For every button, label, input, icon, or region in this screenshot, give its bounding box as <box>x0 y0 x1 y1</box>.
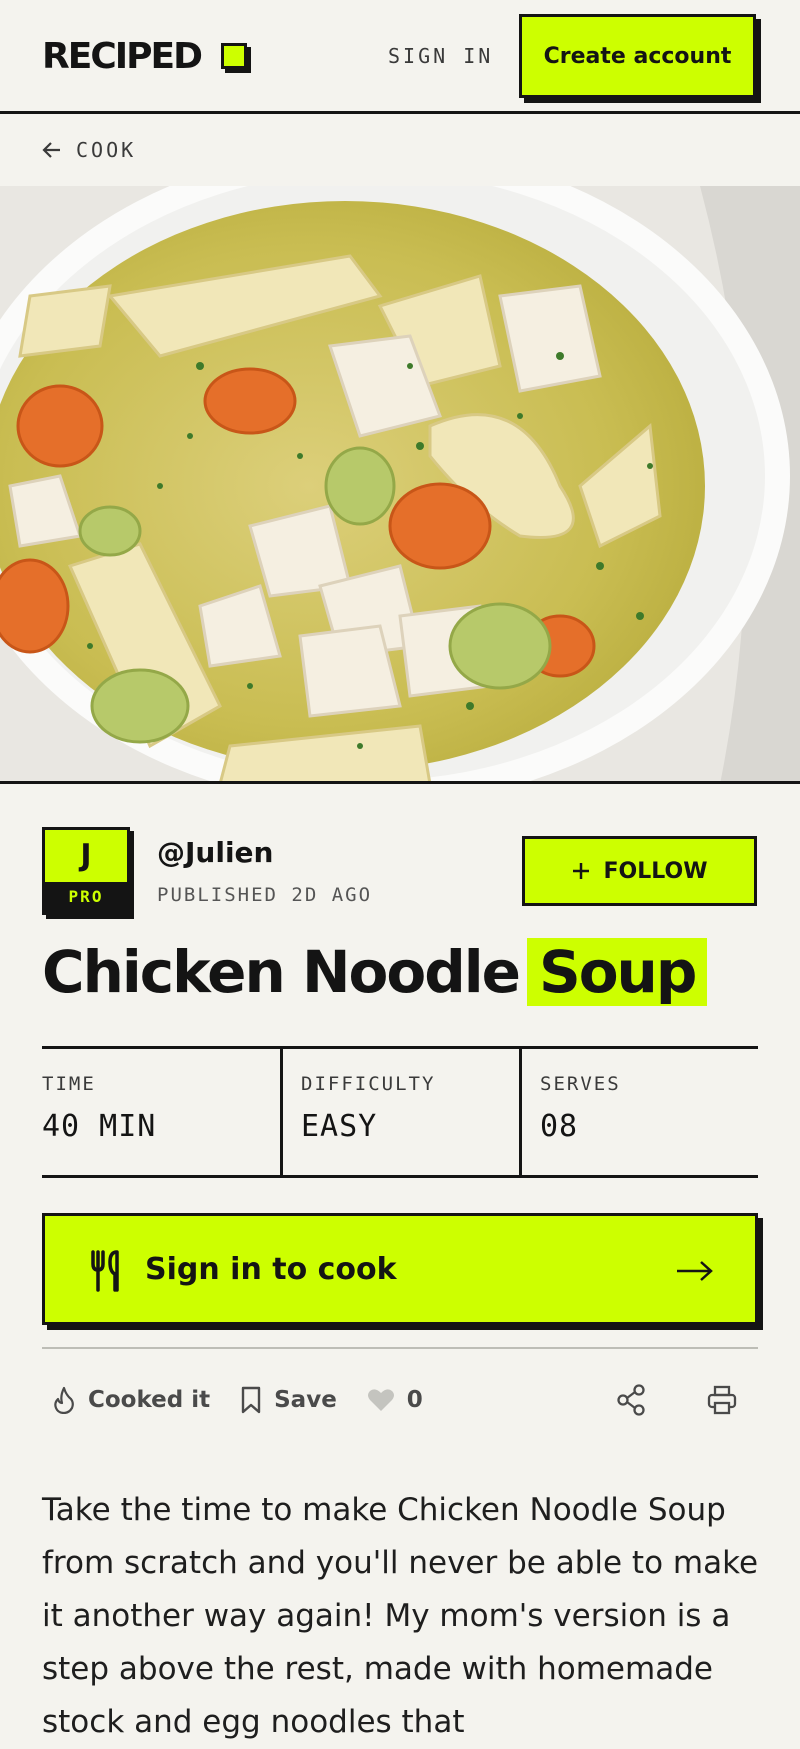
recipe-stats: TIME 40 MIN DIFFICULTY EASY SERVES 08 <box>42 1046 758 1178</box>
cooked-it-label: Cooked it <box>88 1387 211 1413</box>
save-label: Save <box>274 1387 337 1413</box>
logo[interactable]: RECIPED <box>42 36 203 77</box>
arrow-right-icon <box>677 1261 713 1281</box>
recipe-title: Chicken Noodle Soup <box>42 938 708 1006</box>
stat-serves: SERVES 08 <box>519 1049 758 1175</box>
heart-icon <box>367 1389 394 1411</box>
follow-button[interactable]: FOLLOW <box>522 836 757 906</box>
recipe-hero-image <box>0 186 800 784</box>
avatar[interactable]: J PRO <box>42 827 130 915</box>
arrow-left-icon <box>42 142 60 158</box>
create-account-button[interactable]: Create account <box>519 14 756 98</box>
stat-label: SERVES <box>540 1073 621 1095</box>
published-date: PUBLISHED 2D AGO <box>157 884 373 906</box>
pro-badge: PRO <box>45 882 127 912</box>
avatar-initial: J <box>80 838 92 873</box>
stat-time: TIME 40 MIN <box>42 1049 280 1175</box>
printer-icon <box>707 1385 737 1415</box>
stat-value: EASY <box>301 1109 378 1144</box>
divider <box>42 1347 758 1349</box>
save-button[interactable]: Save <box>240 1386 337 1414</box>
recipe-title-main: Chicken Noodle <box>42 938 521 1006</box>
cook-label: Sign in to cook <box>145 1252 397 1287</box>
top-bar: RECIPED SIGN IN Create account <box>0 0 800 114</box>
stat-difficulty: DIFFICULTY EASY <box>280 1049 519 1175</box>
follow-label: FOLLOW <box>603 858 708 884</box>
utensils-icon <box>91 1250 119 1292</box>
sign-in-link[interactable]: SIGN IN <box>388 44 493 68</box>
bookmark-icon <box>241 1386 261 1414</box>
cooked-it-button[interactable]: Cooked it <box>52 1386 210 1414</box>
stat-label: DIFFICULTY <box>301 1073 436 1095</box>
sign-in-to-cook-button[interactable]: Sign in to cook <box>42 1213 758 1325</box>
plus-icon <box>572 863 589 879</box>
share-button[interactable] <box>616 1384 646 1416</box>
stat-value: 40 MIN <box>42 1109 157 1144</box>
breadcrumb-label: COOK <box>76 138 137 162</box>
breadcrumb[interactable]: COOK <box>42 138 136 162</box>
author-handle[interactable]: @Julien <box>157 836 273 869</box>
flame-icon <box>54 1386 74 1414</box>
like-button[interactable]: 0 <box>367 1387 423 1413</box>
recipe-description: Take the time to make Chicken Noodle Sou… <box>42 1492 759 1740</box>
recipe-title-highlight: Soup <box>526 938 708 1006</box>
like-count: 0 <box>406 1387 423 1413</box>
print-button[interactable] <box>706 1384 738 1416</box>
logo-mark-icon <box>221 43 247 69</box>
stat-label: TIME <box>42 1073 96 1095</box>
share-icon <box>617 1384 645 1416</box>
recipe-actions: Cooked it Save 0 <box>52 1380 752 1420</box>
stat-value: 08 <box>540 1109 579 1144</box>
